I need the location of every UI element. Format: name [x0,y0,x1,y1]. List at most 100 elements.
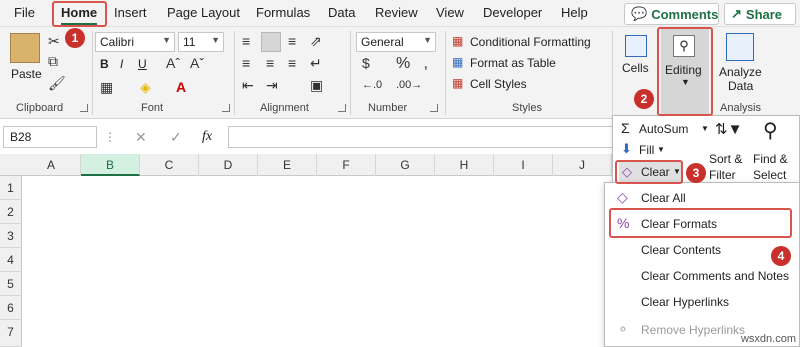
clipboard-launcher-icon[interactable] [80,104,88,112]
wrap-text-icon[interactable]: ↵ [310,55,322,72]
comma-icon[interactable]: ‚ [424,55,428,73]
alignment-group-label: Alignment [260,102,309,114]
step-badge-2: 2 [634,89,654,109]
chevron-down-icon: ▼ [701,124,709,133]
menu-bar: File Home Insert Page Layout Formulas Da… [0,0,800,27]
name-box[interactable]: B28 [3,126,97,148]
column-header-f[interactable]: F [317,154,376,176]
cell-styles-button[interactable]: ▦ Cell Styles [452,74,608,94]
tab-review[interactable]: Review [375,5,418,20]
cancel-icon[interactable]: ✕ [135,129,147,146]
decrease-font-icon[interactable]: Aˇ [190,55,204,71]
magnifier-icon: ⚲ [763,120,778,142]
middle-align-icon[interactable] [261,32,281,52]
share-button[interactable]: ↗ Share [724,3,796,25]
format-as-table-button[interactable]: ▦ Format as Table [452,53,608,73]
tab-help[interactable]: Help [561,5,588,20]
increase-font-icon[interactable]: Aˆ [166,55,180,71]
column-header-b[interactable]: B [81,154,140,176]
tab-file[interactable]: File [14,5,35,20]
column-header-g[interactable]: G [376,154,435,176]
separator [445,31,446,115]
cell-styles-icon: ▦ [452,76,464,90]
borders-icon[interactable]: ▦ [100,79,113,96]
currency-icon[interactable]: $ [362,55,370,71]
bold-icon[interactable]: B [100,57,109,71]
tab-formulas[interactable]: Formulas [256,5,310,20]
tab-developer[interactable]: Developer [483,5,542,20]
clipboard-group-label: Clipboard [16,102,64,114]
increase-decimal-icon[interactable]: ←.0 [362,79,382,91]
column-header-j[interactable]: J [553,154,612,176]
separator [234,31,235,115]
row-header[interactable]: 7 [0,320,22,347]
sort-filter-icon: ⇅▼ [715,121,743,138]
fill-color-icon[interactable]: ◈ [140,79,151,96]
analysis-group-label: Analysis [720,102,761,114]
cut-icon[interactable]: ✂ [48,33,60,50]
font-color-icon[interactable]: A [176,79,186,95]
row-header[interactable]: 5 [0,272,22,296]
copy-icon[interactable]: ⧉ [48,53,58,70]
cells-icon [625,35,647,57]
tab-view[interactable]: View [436,5,464,20]
column-header-a[interactable]: A [22,154,81,176]
percent-icon[interactable]: % [396,55,410,73]
alignment-launcher-icon[interactable] [338,104,346,112]
paste-icon[interactable] [10,33,40,63]
separator [350,31,351,115]
column-header-h[interactable]: H [435,154,494,176]
separator [612,31,613,115]
font-launcher-icon[interactable] [222,104,230,112]
tab-data[interactable]: Data [328,5,355,20]
row-header[interactable]: 2 [0,200,22,224]
orientation-icon[interactable]: ⇗ [310,33,322,50]
align-right-icon[interactable]: ≡ [288,55,296,71]
increase-indent-icon[interactable]: ⇥ [266,77,278,94]
decrease-decimal-icon[interactable]: .00→ [396,79,422,91]
comments-button[interactable]: 💬 Comments [624,3,719,25]
column-header-e[interactable]: E [258,154,317,176]
row-header[interactable]: 3 [0,224,22,248]
column-header-d[interactable]: D [199,154,258,176]
format-painter-icon[interactable]: 🖌 [48,75,66,92]
merge-center-icon[interactable]: ▣ [310,77,323,94]
more-icon[interactable]: ⋮ [104,130,116,144]
formula-input[interactable] [228,126,618,148]
row-header[interactable]: 6 [0,296,22,320]
center-icon[interactable]: ≡ [266,55,274,71]
font-size-select[interactable]: 11 ▼ [178,32,224,52]
highlight-editing-button [657,27,713,116]
row-header[interactable]: 4 [0,248,22,272]
underline-icon[interactable]: U [138,57,147,71]
decrease-indent-icon[interactable]: ⇤ [242,77,254,94]
italic-icon[interactable]: I [120,57,123,71]
tab-insert[interactable]: Insert [114,5,147,20]
row-header[interactable]: 1 [0,176,22,200]
number-launcher-icon[interactable] [430,104,438,112]
number-format-select[interactable]: General ▼ [356,32,436,52]
sort-filter-button[interactable]: ⇅▼ Sort & Filter [709,118,751,184]
align-left-icon[interactable]: ≡ [242,55,250,71]
menu-item-clear-comments[interactable]: Clear Comments and Notes [605,263,800,289]
analyze-data-icon [726,33,754,61]
insert-function-icon[interactable]: fx [202,129,212,145]
enter-icon[interactable]: ✓ [170,129,182,146]
fill-button[interactable]: ⬇ Fill ▼ [621,141,709,159]
analyze-data-button[interactable]: Analyze Data [716,31,766,101]
highlight-clear-formats [609,208,792,238]
column-header-i[interactable]: I [494,154,553,176]
font-name-select[interactable]: Calibri ▼ [95,32,175,52]
clear-dropdown-menu: ◇ Clear All % Clear Formats Clear Conten… [604,182,800,347]
menu-item-clear-hyperlinks[interactable]: Clear Hyperlinks [605,289,800,315]
autosum-button[interactable]: Σ AutoSum ▼ [621,120,709,138]
find-select-button[interactable]: ⚲ Find & Select [753,118,797,184]
bottom-align-icon[interactable]: ≡ [288,33,296,49]
conditional-formatting-button[interactable]: ▦ Conditional Formatting [452,32,608,52]
separator [92,31,93,115]
column-header-c[interactable]: C [140,154,199,176]
tab-page-layout[interactable]: Page Layout [167,5,240,20]
paste-button-label[interactable]: Paste [11,67,42,81]
cells-button[interactable]: Cells [619,33,653,93]
top-align-icon[interactable]: ≡ [242,33,250,49]
